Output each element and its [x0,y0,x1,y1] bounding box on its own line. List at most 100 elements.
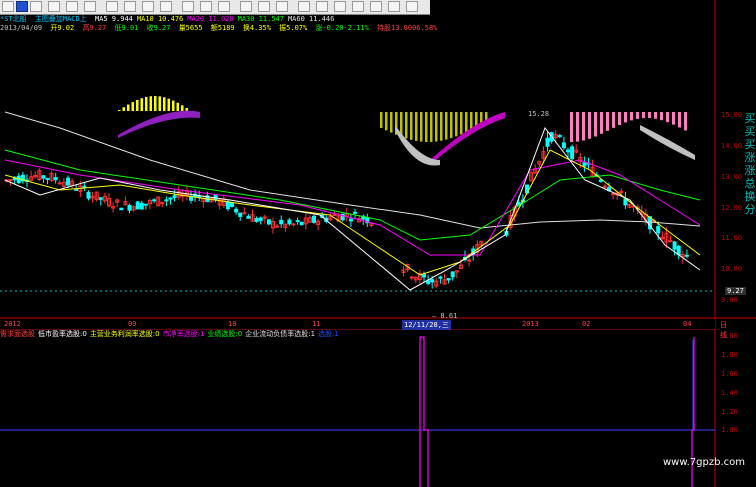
indicator-legend-item: 主营业务利润率选股:0 [89,330,160,338]
candle-body [566,149,570,153]
candle-body [262,216,267,219]
candle-body [602,185,607,188]
candle-body [238,212,243,217]
macd-bar [470,112,473,130]
candle-body [348,218,353,222]
indicator-axis: 2.00 1.80 1.60 1.40 1.20 1.00 [715,0,756,487]
candle-body [430,279,435,283]
macd-bar [127,104,130,111]
indicator-tick: 1.00 [721,426,738,434]
indicator-tick: 1.60 [721,370,738,378]
macd-bar [118,110,121,111]
macd-bar [410,112,413,140]
macd-bar [450,112,453,139]
indicator-legend-item: 业绩选股:0 [207,330,243,338]
time-tick: 02 [582,320,591,328]
candle-body [74,188,79,191]
candle-body [570,146,575,160]
macd-bar [654,112,657,119]
macd-bar [420,112,423,142]
candle-body [86,191,91,199]
macd-bar [460,112,463,135]
candle-body [275,225,280,228]
macd-bar [167,98,170,111]
candle-body [234,208,239,213]
candle-body [152,199,157,202]
macd-bar [415,112,418,141]
macd-bar [455,112,458,137]
main-chart-canvas[interactable]: — 8.6115.28 [0,0,756,487]
candle-body [135,201,140,210]
candle-body [258,217,263,222]
time-tick: 10 [228,320,237,328]
candle-body [656,226,661,234]
candle-body [279,219,284,225]
candle-body [225,201,230,210]
macd-bar [636,112,639,119]
macd-bar [185,108,188,111]
time-tick: 09 [128,320,137,328]
candle-body [676,245,681,256]
candle-body [246,215,251,219]
indicator-legend: 需求面选股 低市盈率选股:0 主营业务利润率选股:0 市净率选股:1 业绩选股:0 企业流… [0,329,715,339]
candle-body [295,220,300,223]
indicator-tick: 1.40 [721,389,738,397]
ma5-line [4,126,701,291]
macd-area [118,110,200,138]
macd-bar [163,97,166,111]
macd-bar [576,112,579,142]
candle-body [168,197,173,200]
indicator-tick: 1.20 [721,408,738,416]
watermark: www.7gpzb.com [663,457,745,468]
candle-body [82,185,87,188]
time-tick: 11 [312,320,321,328]
candle-body [291,223,296,226]
macd-bar [606,112,609,131]
macd-bar [465,112,468,133]
macd-bar [570,112,573,142]
macd-bar [648,112,651,119]
macd-bar [440,112,443,141]
candle-body [164,199,169,202]
candle-body [668,240,673,243]
candle-body [197,195,202,198]
candle-body [409,276,414,279]
macd-bar [618,112,621,126]
macd-bar [172,100,175,111]
time-axis: 2012 09 10 11 12/11/28,三 2013 02 04 日线 [0,319,727,339]
stock-chart-window: *ST北船 主图叠加MACD上 MA5 9.944 MA10 10.476 MA20… [0,0,756,487]
indicator-legend-item: 市净率选股:1 [162,330,205,338]
macd-bar [642,112,645,119]
candle-body [353,211,357,214]
candle-body [438,276,443,279]
candle-body [422,273,426,278]
indicator-tick: 2.00 [721,332,738,340]
candle-body [119,207,124,211]
macd-bar [582,112,585,141]
macd-bar [122,107,125,111]
macd-bar [385,112,388,131]
macd-bar [612,112,615,128]
macd-bar [181,105,184,111]
macd-bar [176,102,179,111]
indicator-legend-item: 企业流动负债率选股:1 [245,330,316,338]
macd-bar [149,96,152,111]
macd-bar [666,112,669,123]
macd-bar [430,112,433,142]
macd-bar [158,96,161,111]
macd-bar [140,98,143,111]
candle-body [561,142,566,149]
macd-bar [588,112,591,139]
ma10-line [4,149,701,276]
macd-bar [405,112,408,139]
candle-body [672,241,677,250]
candle-body [598,179,603,182]
candle-body [172,195,177,198]
candle-body [287,219,292,225]
time-tick: 2012 [4,320,21,328]
candle-body [127,204,132,211]
macd-bar [630,112,633,121]
candle-body [254,218,259,222]
candle-body [266,219,271,225]
candle-body [45,177,50,180]
